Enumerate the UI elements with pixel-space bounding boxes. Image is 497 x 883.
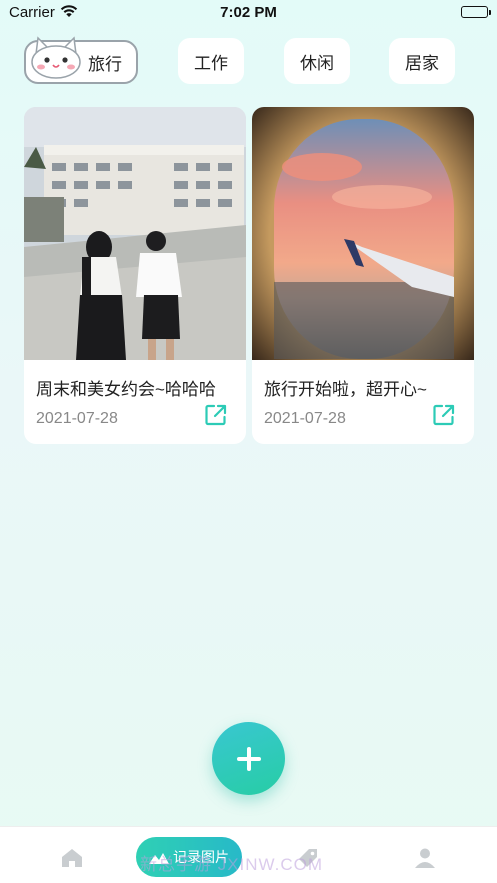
tab-travel[interactable]: 旅行 bbox=[24, 36, 138, 84]
bottom-nav: 记录图片 新总手游 JXINW.COM bbox=[0, 826, 497, 883]
profile-icon[interactable] bbox=[414, 847, 436, 869]
card-date: 2021-07-28 bbox=[36, 410, 118, 427]
home-icon[interactable] bbox=[61, 847, 83, 869]
tab-label: 居家 bbox=[405, 53, 439, 73]
tab-leisure[interactable]: 休闲 bbox=[284, 38, 350, 84]
status-bar: Carrier 7:02 PM bbox=[0, 0, 497, 26]
plus-icon bbox=[236, 746, 261, 771]
couple-walking-photo[interactable] bbox=[24, 107, 246, 360]
tab-label: 工作 bbox=[194, 53, 228, 73]
battery-icon bbox=[461, 6, 491, 18]
tab-label: 休闲 bbox=[300, 53, 334, 73]
card-title: 周末和美女约会~哈哈哈 bbox=[36, 380, 216, 399]
share-icon[interactable] bbox=[432, 403, 456, 427]
photo-card[interactable]: 旅行开始啦，超开心~ 2021-07-28 bbox=[252, 107, 474, 444]
card-date: 2021-07-28 bbox=[264, 410, 346, 427]
airplane-window-sunset-photo[interactable] bbox=[252, 107, 474, 360]
tab-home[interactable]: 居家 bbox=[389, 38, 455, 84]
photo-card[interactable]: 周末和美女约会~哈哈哈 2021-07-28 bbox=[24, 107, 246, 444]
watermark: 新总手游 JXINW.COM bbox=[140, 855, 324, 874]
card-title: 旅行开始啦，超开心~ bbox=[264, 380, 427, 399]
clock: 7:02 PM bbox=[220, 4, 277, 21]
share-icon[interactable] bbox=[204, 403, 228, 427]
cat-mascot-icon bbox=[31, 36, 81, 79]
tab-label: 旅行 bbox=[88, 54, 122, 74]
add-button[interactable] bbox=[212, 722, 285, 795]
tab-work[interactable]: 工作 bbox=[178, 38, 244, 84]
